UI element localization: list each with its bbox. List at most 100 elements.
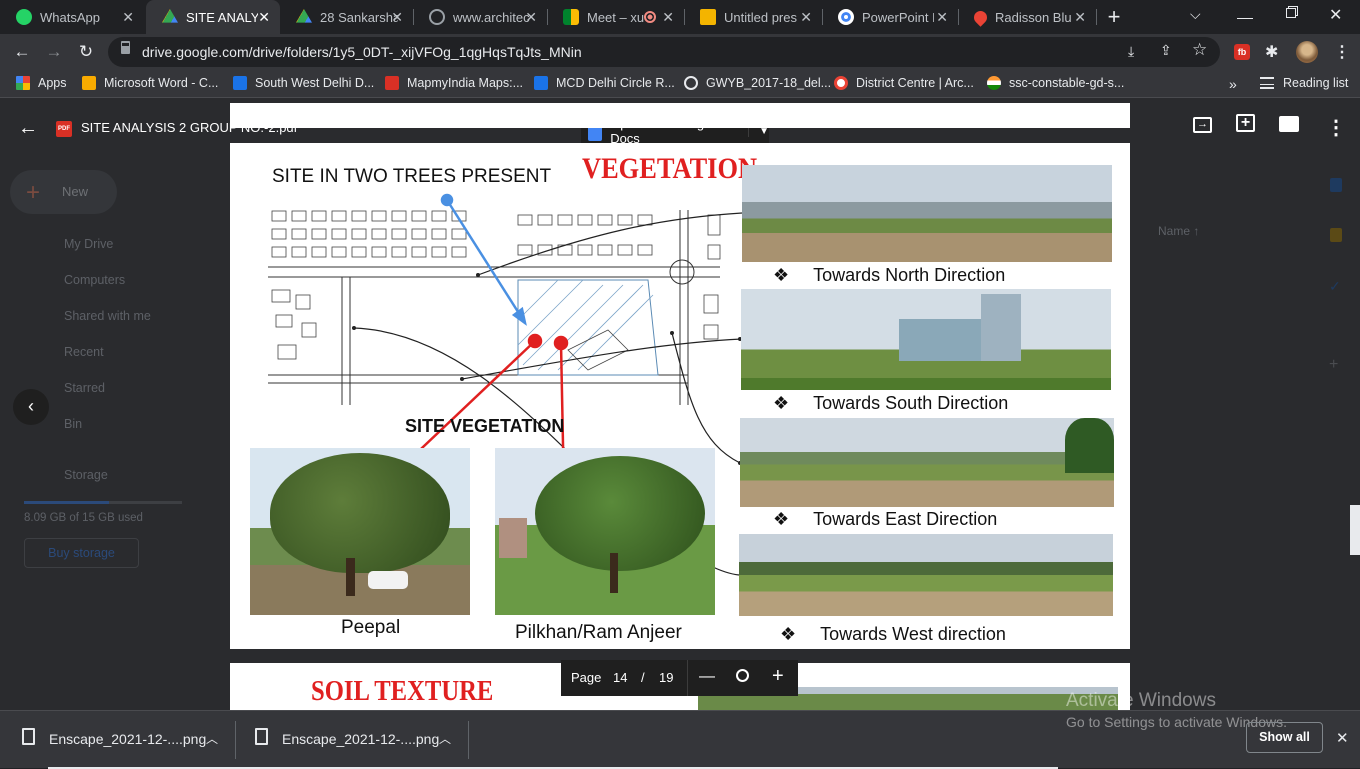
- close-tab-icon[interactable]: ✕: [525, 9, 537, 26]
- buy-storage-button[interactable]: Buy storage: [24, 538, 139, 568]
- nav-computers[interactable]: Computers: [64, 273, 125, 287]
- tree2-caption: Pilkhan/Ram Anjeer: [515, 622, 682, 643]
- tab-search-chevron-icon[interactable]: ⌵: [1190, 6, 1201, 23]
- back-icon[interactable]: ←: [11, 42, 33, 62]
- south-direction-photo: [741, 289, 1111, 390]
- share-icon[interactable]: ⇪: [1160, 42, 1172, 59]
- bookmark-microsoft-word[interactable]: Microsoft Word - C...: [82, 76, 218, 90]
- extension-icon[interactable]: fb: [1234, 44, 1250, 60]
- new-tab-button[interactable]: +: [1101, 4, 1127, 30]
- nav-bin[interactable]: Bin: [64, 417, 82, 431]
- previous-file-button[interactable]: ‹: [13, 389, 49, 425]
- page-controls: Page 14 / 19 — +: [561, 660, 798, 696]
- tab-radisson-blu[interactable]: Radisson Blu ✕: [958, 0, 1096, 34]
- keep-icon[interactable]: [1330, 228, 1342, 242]
- more-options-icon[interactable]: ⋮: [1326, 115, 1346, 140]
- tab-powerpoint[interactable]: PowerPoint P ✕: [822, 0, 958, 34]
- restore-icon[interactable]: [1286, 8, 1296, 18]
- nav-my-drive[interactable]: My Drive: [64, 237, 113, 251]
- google-maps-icon: [971, 7, 990, 27]
- tab-meet[interactable]: Meet – xu ✕: [547, 0, 684, 34]
- whatsapp-icon: [16, 9, 32, 25]
- buy-storage-label: Buy storage: [48, 546, 115, 560]
- tab-whatsapp[interactable]: WhatsApp ✕: [0, 0, 144, 34]
- nav-starred[interactable]: Starred: [64, 381, 105, 395]
- close-tab-icon[interactable]: ✕: [936, 9, 948, 26]
- north-direction-photo: [742, 165, 1112, 262]
- close-window-icon[interactable]: ✕: [1329, 5, 1342, 25]
- profile-avatar[interactable]: [1296, 41, 1318, 63]
- storage-bar-fill: [24, 501, 110, 504]
- tab-sankarsha[interactable]: 28 Sankarsha ✕: [280, 0, 413, 34]
- show-all-button[interactable]: Show all: [1246, 722, 1323, 753]
- nav-label: Storage: [64, 468, 108, 482]
- google-search-icon: [838, 9, 854, 25]
- zoom-out-icon[interactable]: —: [699, 668, 715, 686]
- tab-untitled-presentation[interactable]: Untitled pres ✕: [684, 0, 822, 34]
- east-direction-caption: ❖ Towards East Direction: [773, 509, 997, 530]
- close-tab-icon[interactable]: ✕: [1074, 9, 1086, 26]
- reading-list-button[interactable]: Reading list: [1260, 76, 1348, 90]
- bullet-icon: ❖: [773, 265, 790, 285]
- calendar-icon[interactable]: [1330, 178, 1342, 192]
- minimize-icon[interactable]: [1237, 5, 1253, 19]
- tab-architecture[interactable]: www.architec ✕: [413, 0, 547, 34]
- bookmarks-bar: Apps Microsoft Word - C... South West De…: [0, 70, 1360, 98]
- close-downloads-icon[interactable]: ✕: [1336, 729, 1349, 747]
- bookmark-district-centre[interactable]: District Centre | Arc...: [834, 76, 974, 90]
- add-addon-icon[interactable]: +: [1329, 356, 1338, 374]
- forward-icon[interactable]: →: [43, 42, 65, 62]
- page-separator: /: [641, 670, 645, 685]
- nav-shared-with-me[interactable]: Shared with me: [64, 309, 151, 323]
- site-trees-label: SITE IN TWO TREES PRESENT: [272, 166, 552, 187]
- google-drive-icon: [162, 9, 178, 23]
- omnibox[interactable]: drive.google.com/drive/folders/1y5_0DT-_…: [108, 37, 1220, 67]
- bookmark-mcd-delhi[interactable]: MCD Delhi Circle R...: [534, 76, 675, 90]
- tab-strip: WhatsApp ✕ SITE ANALYSIS ✕ 28 Sankarsha …: [0, 0, 1360, 34]
- name-column-header[interactable]: Name ↑: [1158, 224, 1199, 238]
- close-tab-icon[interactable]: ✕: [800, 9, 812, 26]
- tasks-icon[interactable]: ✓: [1329, 278, 1341, 295]
- extensions-puzzle-icon[interactable]: ✱: [1265, 42, 1278, 62]
- bookmark-label: Microsoft Word - C...: [104, 76, 219, 90]
- reload-icon[interactable]: ↻: [75, 42, 97, 62]
- close-tab-icon[interactable]: ✕: [662, 9, 674, 26]
- nav-recent[interactable]: Recent: [64, 345, 104, 359]
- add-comment-icon[interactable]: +: [1236, 114, 1255, 132]
- peepal-tree-photo: [250, 448, 470, 615]
- more-bookmarks-icon[interactable]: »: [1229, 76, 1237, 92]
- install-app-icon[interactable]: ⤓: [1128, 43, 1134, 60]
- caption-text: Towards South Direction: [813, 393, 1009, 413]
- plus-icon: +: [26, 179, 41, 206]
- bookmark-gwyb[interactable]: GWYB_2017-18_del...: [684, 76, 831, 90]
- zoom-in-icon[interactable]: +: [772, 665, 784, 688]
- close-tab-icon[interactable]: ✕: [391, 9, 403, 26]
- browser-menu-icon[interactable]: ⋮: [1334, 42, 1350, 62]
- bookmark-apps[interactable]: Apps: [16, 76, 67, 90]
- close-tab-icon[interactable]: ✕: [122, 9, 134, 26]
- bookmark-star-icon[interactable]: ☆: [1192, 40, 1207, 60]
- caption-text: Towards West direction: [820, 624, 1006, 644]
- chevron-up-icon[interactable]: ︿: [439, 730, 451, 747]
- page-current-input[interactable]: 14: [613, 670, 627, 685]
- close-tab-icon[interactable]: ✕: [258, 9, 270, 26]
- new-button[interactable]: + New: [10, 170, 117, 214]
- bookmark-south-west-delhi[interactable]: South West Delhi D...: [233, 76, 374, 90]
- nav-label: Starred: [64, 381, 105, 395]
- bookmark-mapmyindia[interactable]: MapmyIndia Maps:...: [385, 76, 523, 90]
- add-to-drive-icon[interactable]: →: [1193, 117, 1212, 133]
- scrollbar-thumb[interactable]: [1350, 505, 1360, 555]
- tree1-caption: Peepal: [341, 617, 401, 638]
- url-text: drive.google.com/drive/folders/1y5_0DT-_…: [142, 44, 582, 60]
- chevron-up-icon[interactable]: ︿: [206, 730, 218, 747]
- zoom-icon[interactable]: [736, 669, 749, 682]
- viewer-back-icon[interactable]: ←: [18, 117, 38, 140]
- file-icon: [22, 728, 35, 745]
- nav-storage[interactable]: Storage: [64, 468, 108, 482]
- bookmark-ssc-constable[interactable]: ssc-constable-gd-s...: [987, 76, 1124, 90]
- download-item-1[interactable]: Enscape_2021-12-....png: [49, 731, 206, 747]
- tab-site-analysis[interactable]: SITE ANALYSIS ✕: [146, 0, 280, 34]
- bookmark-favicon-icon: [385, 76, 399, 90]
- print-icon[interactable]: [1279, 116, 1299, 132]
- download-item-2[interactable]: Enscape_2021-12-....png: [282, 731, 439, 747]
